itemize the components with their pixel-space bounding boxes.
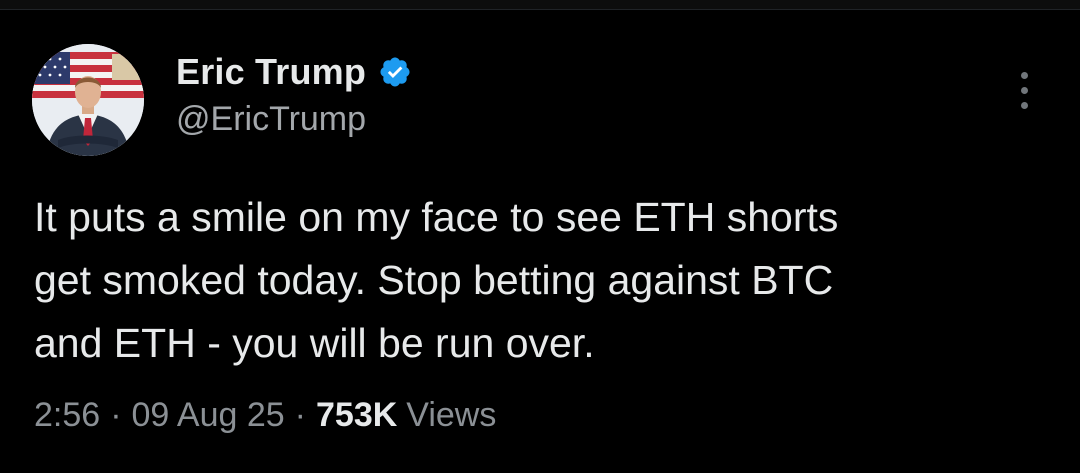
more-vertical-icon (1020, 71, 1028, 79)
more-vertical-icon-dot (1020, 86, 1028, 94)
more-options-button[interactable] (1004, 70, 1044, 110)
author-name-row[interactable]: Eric Trump (176, 50, 412, 94)
author-display-name[interactable]: Eric Trump (176, 51, 366, 93)
tweet-time[interactable]: 2:56 (34, 396, 100, 435)
tweet-text-line: It puts a smile on my face to see ETH sh… (34, 194, 839, 240)
tweet-date[interactable]: 09 Aug 25 (132, 396, 285, 435)
tweet-text-line: get smoked today. Stop betting against B… (34, 257, 834, 303)
tweet-text-line: and ETH - you will be run over. (34, 320, 595, 366)
avatar[interactable] (32, 44, 144, 156)
tweet-meta: 2:56 · 09 Aug 25 · 753K Views (34, 396, 496, 435)
more-vertical-icon-dot (1020, 101, 1028, 109)
avatar-photo (32, 44, 144, 156)
top-divider (0, 0, 1080, 10)
views-label[interactable]: Views (406, 396, 496, 435)
views-count[interactable]: 753K (316, 396, 397, 435)
verified-badge-icon (380, 57, 410, 87)
meta-separator: · (110, 396, 122, 434)
tweet-text: It puts a smile on my face to see ETH sh… (34, 186, 1054, 375)
author-handle[interactable]: @EricTrump (176, 100, 366, 139)
meta-separator: · (294, 396, 306, 434)
